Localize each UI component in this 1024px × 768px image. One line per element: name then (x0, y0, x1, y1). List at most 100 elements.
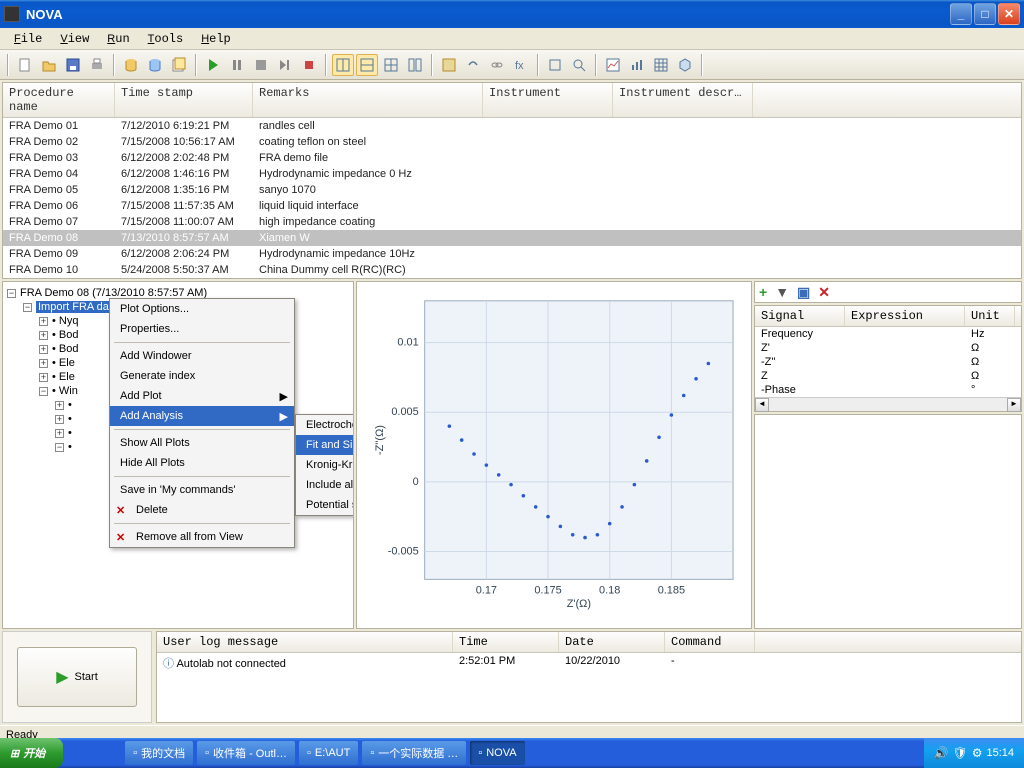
menu-item[interactable]: Add Analysis▶ (110, 406, 294, 426)
tool-chart-icon[interactable] (602, 54, 624, 76)
chart-panel[interactable]: 0.170.1750.180.185-0.00500.0050.01Z'(Ω)-… (356, 281, 752, 629)
taskbar-item[interactable]: ▫E:\AUT (299, 741, 358, 765)
sig-col-signal[interactable]: Signal (755, 306, 845, 326)
tool-open-icon[interactable] (38, 54, 60, 76)
scroll-right-icon[interactable]: ► (1007, 398, 1021, 412)
log-col-cmd[interactable]: Command (665, 632, 755, 652)
tool-link-icon[interactable] (486, 54, 508, 76)
submenu-item[interactable]: Fit and Simulation (296, 435, 354, 455)
tray-icon[interactable]: ⚙ (972, 746, 983, 760)
system-tray[interactable]: 🔊 🛡 ⚙ 15:14 (924, 738, 1024, 768)
menu-run[interactable]: Run (99, 30, 137, 48)
menu-item[interactable]: Remove all from View✕ (110, 527, 294, 547)
tool-stop-icon[interactable] (250, 54, 272, 76)
sig-col-unit[interactable]: Unit (965, 306, 1015, 326)
start-menu-button[interactable]: ⊞ 开始 (0, 738, 63, 768)
submenu-item[interactable]: Kronig-Kramers (296, 455, 354, 475)
scroll-left-icon[interactable]: ◄ (755, 398, 769, 412)
signal-row[interactable]: -Phase° (755, 383, 1021, 397)
tool-misc2-icon[interactable] (462, 54, 484, 76)
tool-grid-icon[interactable] (650, 54, 672, 76)
tool-misc1-icon[interactable] (438, 54, 460, 76)
quicklaunch-icon[interactable] (87, 741, 105, 765)
taskbar-item[interactable]: ▫NOVA (470, 741, 524, 765)
procedure-row[interactable]: FRA Demo 046/12/2008 1:46:16 PMHydrodyna… (3, 166, 1021, 182)
tool-3d-icon[interactable] (674, 54, 696, 76)
tool-skip-icon[interactable] (274, 54, 296, 76)
tool-layout1-icon[interactable] (332, 54, 354, 76)
log-row[interactable]: ⓘ Autolab not connected2:52:01 PM10/22/2… (157, 653, 1021, 673)
menu-view[interactable]: View (52, 30, 97, 48)
procedure-row[interactable]: FRA Demo 105/24/2008 5:50:37 AMChina Dum… (3, 262, 1021, 278)
tool-new-icon[interactable] (14, 54, 36, 76)
menu-item[interactable]: Hide All Plots (110, 453, 294, 473)
tool-layout2-icon[interactable] (356, 54, 378, 76)
procedure-row[interactable]: FRA Demo 017/12/2010 6:19:21 PMrandles c… (3, 118, 1021, 134)
log-col-date[interactable]: Date (559, 632, 665, 652)
close-button[interactable]: ✕ (998, 3, 1020, 25)
signal-row[interactable]: FrequencyHz (755, 327, 1021, 341)
menu-item[interactable]: Generate index (110, 366, 294, 386)
tool-pause-icon[interactable] (226, 54, 248, 76)
tool-play-icon[interactable] (202, 54, 224, 76)
tray-icon[interactable]: 🛡 (952, 746, 967, 760)
procedure-row[interactable]: FRA Demo 077/15/2008 11:00:07 AMhigh imp… (3, 214, 1021, 230)
tool-zoomfit-icon[interactable] (544, 54, 566, 76)
taskbar-item[interactable]: ▫一个实际数据 … (362, 741, 466, 765)
log-col-msg[interactable]: User log message (157, 632, 453, 652)
col-header-instrument[interactable]: Instrument (483, 83, 613, 117)
tool-notes-icon[interactable] (168, 54, 190, 76)
panel-icon[interactable]: ▣ (797, 284, 810, 301)
col-header-instr-desc[interactable]: Instrument descr… (613, 83, 753, 117)
col-header-time[interactable]: Time stamp (115, 83, 253, 117)
menu-item[interactable]: Show All Plots (110, 433, 294, 453)
procedure-row[interactable]: FRA Demo 096/12/2008 2:06:24 PMHydrodyna… (3, 246, 1021, 262)
tool-layout4-icon[interactable] (404, 54, 426, 76)
submenu-item[interactable]: Electrochemical circle fit (296, 415, 354, 435)
col-header-name[interactable]: Procedure name (3, 83, 115, 117)
start-button[interactable]: ▶ Start (17, 647, 137, 707)
tool-db1-icon[interactable] (120, 54, 142, 76)
procedure-row[interactable]: FRA Demo 036/12/2008 2:02:48 PMFRA demo … (3, 150, 1021, 166)
procedure-row[interactable]: FRA Demo 067/15/2008 11:57:35 AMliquid l… (3, 198, 1021, 214)
menu-item[interactable]: Plot Options... (110, 299, 294, 319)
filter-icon[interactable]: ▼ (775, 284, 789, 300)
tool-abort-icon[interactable] (298, 54, 320, 76)
menu-item[interactable]: Save in 'My commands' (110, 480, 294, 500)
signal-row[interactable]: -Z''Ω (755, 355, 1021, 369)
tool-chart2-icon[interactable] (626, 54, 648, 76)
procedure-row[interactable]: FRA Demo 056/12/2008 1:35:16 PMsanyo 107… (3, 182, 1021, 198)
menu-tools[interactable]: Tools (140, 30, 192, 48)
sig-col-expression[interactable]: Expression (845, 306, 965, 326)
menu-item[interactable]: Add Windower (110, 346, 294, 366)
taskbar-item[interactable]: ▫收件箱 - Outl… (197, 741, 295, 765)
menu-item[interactable]: Add Plot▶ (110, 386, 294, 406)
taskbar-item[interactable]: ▫我的文档 (125, 741, 193, 765)
add-signal-icon[interactable]: + (759, 284, 767, 300)
menu-item[interactable]: Properties... (110, 319, 294, 339)
quicklaunch-icon[interactable] (105, 741, 123, 765)
tool-db2-icon[interactable] (144, 54, 166, 76)
menu-file[interactable]: File (6, 30, 50, 48)
delete-signal-icon[interactable]: ✕ (818, 284, 830, 301)
tool-layout3-icon[interactable] (380, 54, 402, 76)
log-col-time[interactable]: Time (453, 632, 559, 652)
submenu-item[interactable]: Potential scan FRA data (296, 495, 354, 515)
minimize-button[interactable]: _ (950, 3, 972, 25)
tool-fx-icon[interactable]: fx (510, 54, 532, 76)
menu-help[interactable]: Help (193, 30, 239, 48)
tool-save-icon[interactable] (62, 54, 84, 76)
signals-hscroll[interactable]: ◄ ► (755, 397, 1021, 411)
tray-clock[interactable]: 15:14 (986, 747, 1014, 759)
tool-zoomin-icon[interactable] (568, 54, 590, 76)
menu-item[interactable]: Delete✕ (110, 500, 294, 520)
signal-row[interactable]: Z'Ω (755, 341, 1021, 355)
tool-print-icon[interactable] (86, 54, 108, 76)
tray-icon[interactable]: 🔊 (934, 746, 949, 760)
submenu-item[interactable]: Include all FRA data (296, 475, 354, 495)
col-header-remarks[interactable]: Remarks (253, 83, 483, 117)
signal-row[interactable]: ZΩ (755, 369, 1021, 383)
procedure-row[interactable]: FRA Demo 027/15/2008 10:56:17 AMcoating … (3, 134, 1021, 150)
maximize-button[interactable]: □ (974, 3, 996, 25)
procedure-row[interactable]: FRA Demo 087/13/2010 8:57:57 AMXiamen W (3, 230, 1021, 246)
